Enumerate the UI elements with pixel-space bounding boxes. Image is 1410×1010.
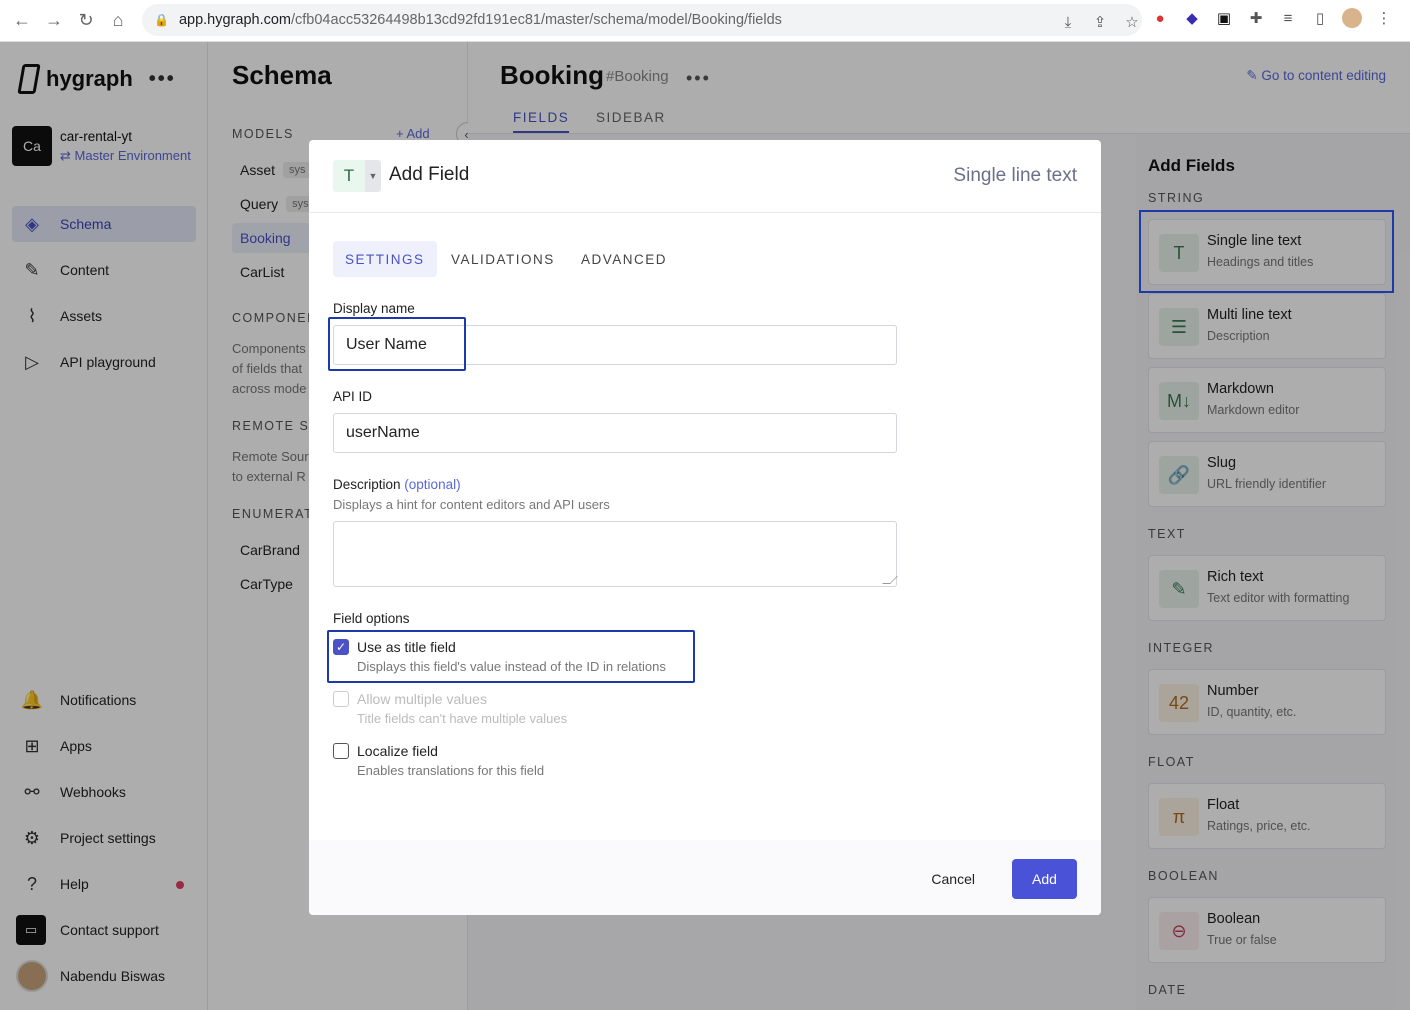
browser-menu-icon[interactable]: ⋮ [1374,8,1394,28]
reload-icon[interactable]: ↻ [70,4,102,36]
install-icon[interactable]: ⤓ [1058,12,1078,32]
field-type-picker[interactable]: T ▼ [333,160,381,192]
reading-list-icon[interactable]: ≡ [1278,8,1298,28]
side-panel-icon[interactable]: ▯ [1310,8,1330,28]
api-id-label: API ID [333,389,373,404]
allow-multiple-values-checkbox [333,691,349,707]
description-textarea[interactable] [333,521,898,587]
text-type-icon: T [333,160,365,192]
dialog-footer: Cancel Add [309,840,1101,915]
highlight-box [328,317,466,371]
cancel-button[interactable]: Cancel [919,859,987,899]
option-description: Enables translations for this field [357,763,545,778]
bookmark-star-icon[interactable]: ☆ [1122,12,1142,32]
tab-settings[interactable]: SETTINGS [333,241,437,277]
highlight-box [1139,210,1394,293]
api-id-input[interactable]: userName [333,413,897,453]
option-title: Allow multiple values [357,691,487,707]
profile-avatar-icon[interactable] [1342,8,1362,28]
chevron-down-icon: ▼ [365,160,381,192]
extension-color-icon[interactable]: ● [1150,8,1170,28]
resize-handle-icon[interactable] [882,576,898,584]
share-icon[interactable]: ⇪ [1090,12,1110,32]
forward-icon[interactable]: → [38,4,70,36]
extension-diamond-icon[interactable]: ◆ [1182,8,1202,28]
option-title: Localize field [357,743,438,759]
tab-advanced[interactable]: ADVANCED [569,241,679,277]
optional-tag: (optional) [404,477,461,492]
url-domain: app.hygraph.com [178,12,291,28]
description-hint: Displays a hint for content editors and … [333,497,610,512]
field-type-label: Single line text [953,165,1077,186]
address-bar[interactable]: 🔒 app.hygraph.com/cfb04acc53264498b13cd9… [142,4,1142,36]
field-options-label: Field options [333,611,410,626]
tab-validations[interactable]: VALIDATIONS [439,241,567,277]
url-path: /cfb04acc53264498b13cd92fd191ec81/master… [291,12,782,28]
description-label: Description (optional) [333,477,461,492]
extensions-puzzle-icon[interactable]: ✚ [1246,8,1266,28]
add-button[interactable]: Add [1012,859,1077,899]
extension-square-icon[interactable]: ▣ [1214,8,1234,28]
localize-field-checkbox[interactable] [333,743,349,759]
dialog-title: Add Field [389,164,470,185]
dialog-header: T ▼ Add Field Single line text [309,140,1101,213]
display-name-label: Display name [333,301,415,316]
home-icon[interactable]: ⌂ [102,4,134,36]
back-icon[interactable]: ← [6,4,38,36]
browser-toolbar: ← → ↻ ⌂ 🔒 app.hygraph.com/cfb04acc532644… [0,0,1410,42]
highlight-box [327,630,695,683]
lock-icon: 🔒 [154,13,169,27]
add-field-dialog: T ▼ Add Field Single line text SETTINGS … [309,140,1101,915]
option-description: Title fields can't have multiple values [357,711,568,726]
